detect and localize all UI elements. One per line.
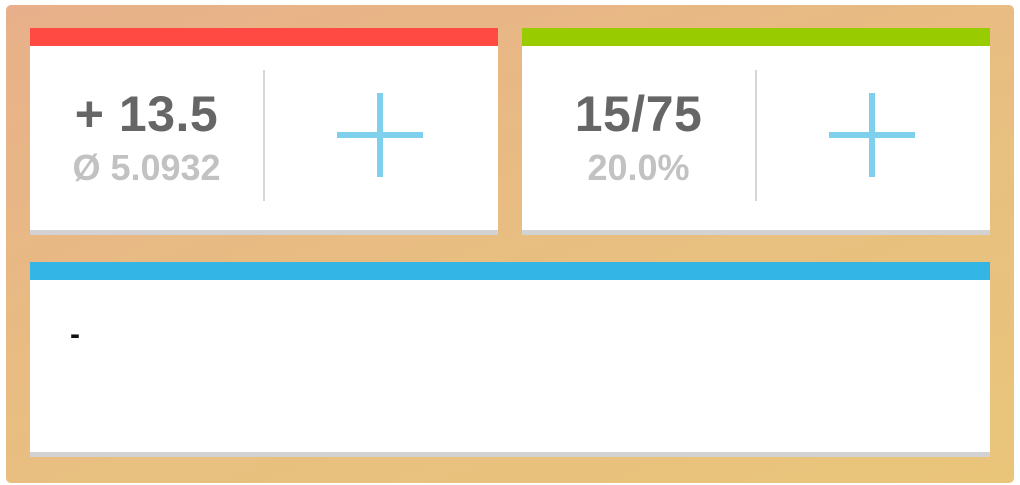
count-summary: 15/75 20.0% <box>522 46 755 230</box>
notes-card[interactable]: - <box>30 262 990 452</box>
notes-text: - <box>70 318 80 351</box>
notes-card-accent-bar <box>30 262 990 280</box>
count-value: 15/75 <box>574 86 703 142</box>
score-summary: + 13.5 Ø 5.0932 <box>30 46 263 230</box>
score-card: + 13.5 Ø 5.0932 <box>30 28 498 230</box>
score-value: + 13.5 <box>74 86 219 142</box>
score-card-accent-bar <box>30 28 498 46</box>
count-percent: 20.0% <box>587 147 690 188</box>
plus-icon <box>829 93 915 177</box>
score-average: Ø 5.0932 <box>72 147 221 188</box>
count-card: 15/75 20.0% <box>522 28 990 230</box>
count-card-accent-bar <box>522 28 990 46</box>
plus-icon <box>337 93 423 177</box>
add-count-button[interactable] <box>757 46 990 230</box>
add-score-button[interactable] <box>265 46 498 230</box>
